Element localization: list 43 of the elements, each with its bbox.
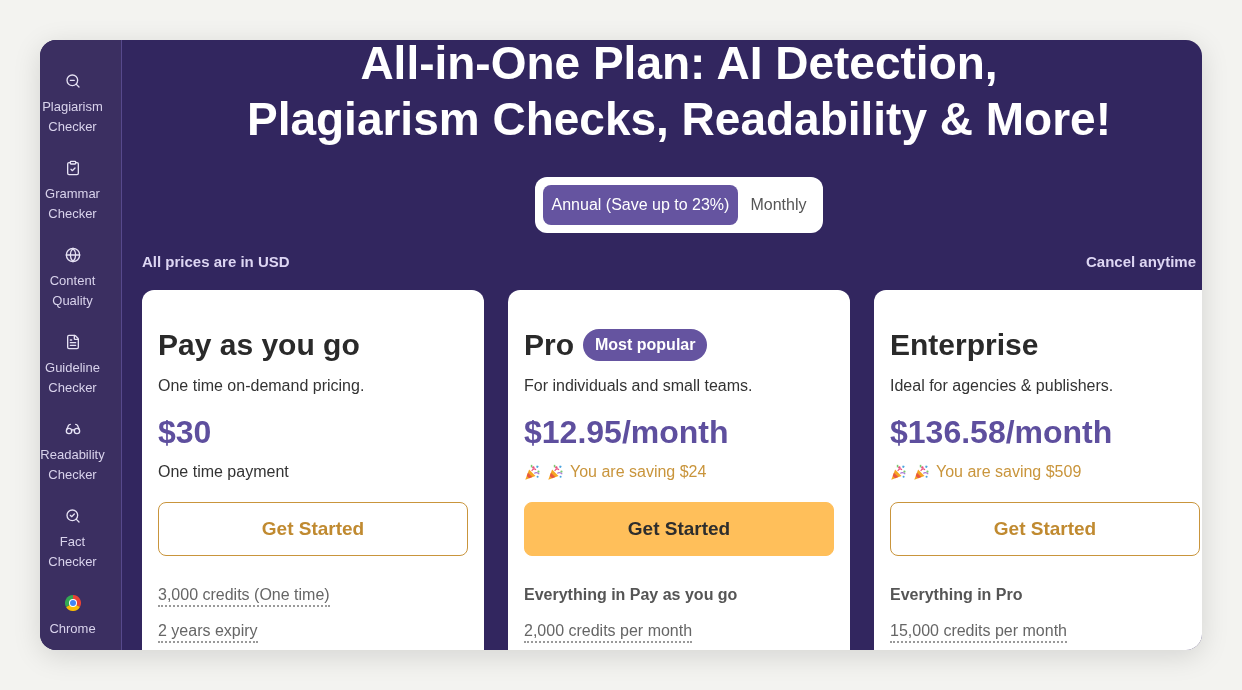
plan-price: $136.58/month <box>890 413 1114 452</box>
currency-note: All prices are in USD <box>142 252 290 272</box>
plan-name: Enterprise <box>890 327 1039 363</box>
feature-heading: Everything in Pro <box>890 585 1023 605</box>
saving-note: You are saving $24 <box>570 462 707 482</box>
sidebar-item[interactable]: Readability Checker <box>40 421 105 485</box>
feature-item: 3,000 credits (One time) <box>158 585 330 607</box>
clipboard-check-icon <box>64 160 81 176</box>
feature-heading: Everything in Pay as you go <box>524 585 738 605</box>
zoom-out-icon <box>64 73 81 89</box>
plan-description: Ideal for agencies & publishers. <box>890 376 1115 396</box>
plan-name: Pro <box>524 327 574 363</box>
billing-option[interactable]: Monthly <box>741 185 816 225</box>
get-started-button[interactable]: Get Started <box>524 502 834 556</box>
sidebar-item[interactable]: Grammar Checker <box>40 160 105 224</box>
globe-icon <box>64 247 81 263</box>
feature-item: 2 years expiry <box>158 621 258 643</box>
feature-item: 2,000 credits per month <box>524 621 693 643</box>
party-popper-icon <box>547 463 564 481</box>
plan-price: $30 <box>158 413 213 452</box>
popular-badge: Most popular <box>583 329 708 361</box>
sidebar-item[interactable]: Chrome <box>40 595 105 639</box>
party-popper-icon <box>913 463 930 481</box>
billing-option[interactable]: Annual (Save up to 23%) <box>542 185 739 225</box>
party-popper-icon <box>890 463 907 481</box>
plan-price: $12.95/month <box>524 413 730 452</box>
sidebar-item[interactable]: Guideline Checker <box>40 334 105 398</box>
sidebar-item[interactable]: Plagiarism Checker <box>40 73 105 137</box>
page-title: All-in-One Plan: AI Detection, Plagiarism Checks, Readability & More! <box>245 40 1113 147</box>
glasses-icon <box>64 421 81 437</box>
feature-item: 15,000 credits per month <box>890 621 1067 643</box>
document-icon <box>64 334 81 350</box>
sidebar-item[interactable]: Fact Checker <box>40 508 105 572</box>
search-check-icon <box>64 508 81 524</box>
plan-name: Pay as you go <box>158 327 360 363</box>
sidebar-item[interactable]: Content Quality <box>40 247 105 311</box>
payment-note: One time payment <box>158 462 289 482</box>
cancel-note: Cancel anytime <box>1085 252 1196 272</box>
plan-description: For individuals and small teams. <box>524 376 754 396</box>
plan-description: One time on-demand pricing. <box>158 376 366 396</box>
saving-note: You are saving $509 <box>936 462 1082 482</box>
tricolor-wheel-icon <box>64 595 81 611</box>
party-popper-icon <box>524 463 541 481</box>
